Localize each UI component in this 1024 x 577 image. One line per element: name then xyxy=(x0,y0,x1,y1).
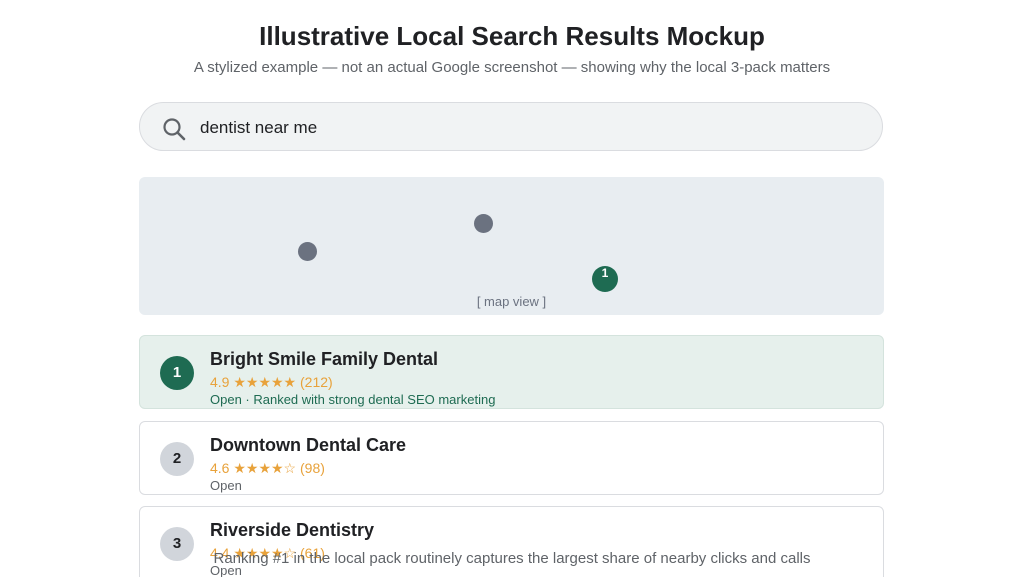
search-query[interactable]: dentist near me xyxy=(200,118,317,138)
business-name[interactable]: Downtown Dental Care xyxy=(210,435,406,456)
result-card-2[interactable]: 2 Downtown Dental Care 4.6 ★★★★☆ (98) Op… xyxy=(139,421,884,495)
rating: 4.6 ★★★★☆ (98) xyxy=(210,460,325,476)
map-pin[interactable] xyxy=(474,214,493,233)
rank-badge: 1 xyxy=(160,356,194,390)
footnote: Ranking #1 in the local pack routinely c… xyxy=(213,550,811,567)
map-pin-highlighted[interactable]: 1 xyxy=(592,266,618,292)
status-text: Open · Ranked with strong dental SEO mar… xyxy=(210,392,496,407)
search-bar[interactable]: dentist near me xyxy=(139,102,883,151)
map-pin[interactable] xyxy=(298,242,317,261)
result-card-1[interactable]: 1 Bright Smile Family Dental 4.9 ★★★★★ (… xyxy=(139,335,884,409)
status-text: Open xyxy=(210,478,242,493)
map-view[interactable]: 1 [ map view ] xyxy=(139,177,884,315)
page-subtitle: A stylized example — not an actual Googl… xyxy=(193,59,831,76)
page: Illustrative Local Search Results Mockup… xyxy=(0,0,1024,577)
map-label: [ map view ] xyxy=(476,294,547,309)
search-icon xyxy=(162,117,186,141)
page-title: Illustrative Local Search Results Mockup xyxy=(259,21,765,51)
business-name[interactable]: Bright Smile Family Dental xyxy=(210,349,438,370)
business-name[interactable]: Riverside Dentistry xyxy=(210,520,374,541)
rank-badge: 2 xyxy=(160,442,194,476)
rating: 4.9 ★★★★★ (212) xyxy=(210,374,333,390)
